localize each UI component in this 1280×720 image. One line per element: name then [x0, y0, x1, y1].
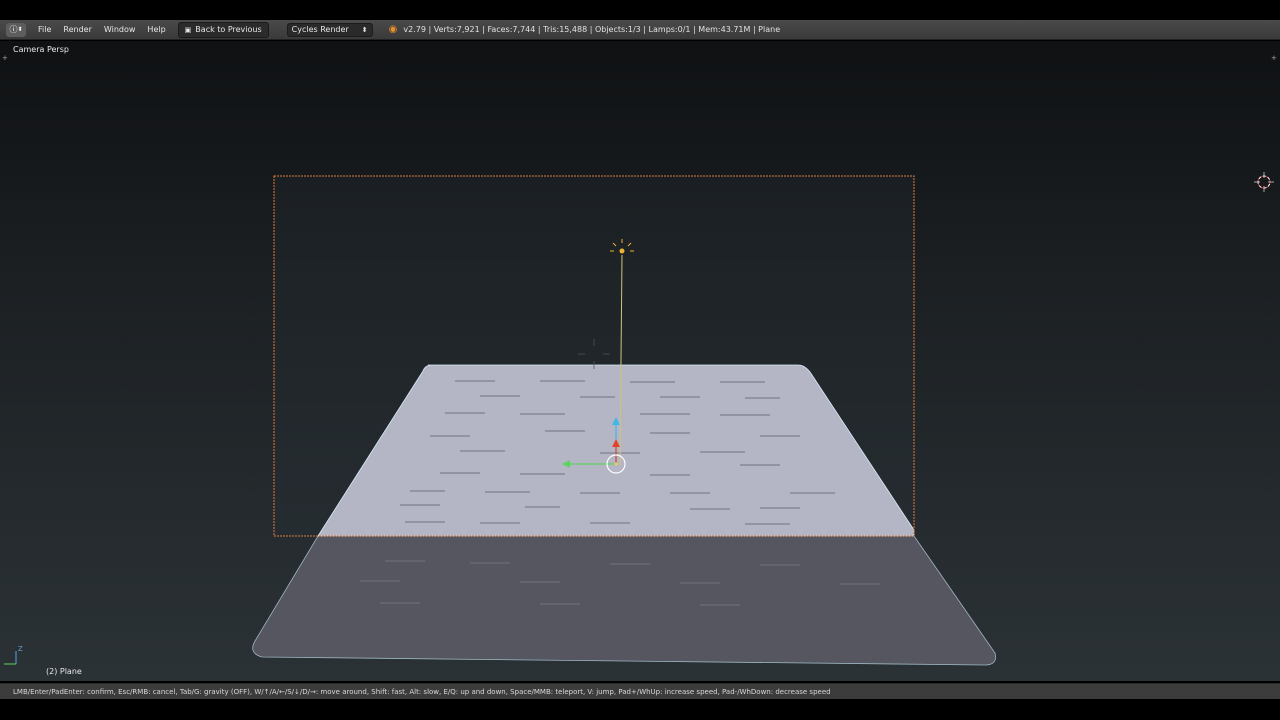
blender-logo-icon: ◉: [388, 24, 398, 35]
status-bar: LMB/Enter/PadEnter: confirm, Esc/RMB: ca…: [0, 683, 1280, 699]
bottom-letterbox: [0, 700, 1280, 720]
screen-icon: ▣: [184, 25, 192, 34]
info-header: ⓘ ⬍ File Render Window Help ▣ Back to Pre…: [0, 20, 1280, 40]
menu-help[interactable]: Help: [141, 25, 171, 34]
menu-window[interactable]: Window: [98, 25, 142, 34]
object-origin-dot: [614, 462, 618, 466]
render-engine-select[interactable]: Cycles Render ⬍: [286, 22, 373, 37]
menu-file[interactable]: File: [32, 25, 57, 34]
status-bar-text: LMB/Enter/PadEnter: confirm, Esc/RMB: ca…: [13, 687, 831, 696]
chevron-updown-icon: ⬍: [361, 25, 368, 34]
render-engine-value: Cycles Render: [291, 25, 349, 34]
region-corner-left[interactable]: +: [2, 54, 8, 62]
scene-stats: v2.79 | Verts:7,921 | Faces:7,744 | Tris…: [403, 25, 781, 34]
top-letterbox: [0, 0, 1280, 20]
plane-mesh-shadow: [252, 535, 996, 666]
axis-z-label: Z: [18, 645, 23, 653]
editor-type-button[interactable]: ⓘ ⬍: [6, 22, 26, 37]
scene-canvas: + + Z: [2, 54, 1277, 666]
back-to-previous-label: Back to Previous: [195, 25, 262, 34]
view-axis-gizmo: Z: [4, 645, 23, 665]
back-to-previous-button[interactable]: ▣ Back to Previous: [177, 21, 269, 38]
3d-cursor-icon[interactable]: [1254, 172, 1274, 192]
menu-render[interactable]: Render: [57, 25, 97, 34]
region-corner-right[interactable]: +: [1271, 54, 1277, 62]
3d-viewport[interactable]: Camera Persp (2) Plane + + Z: [0, 41, 1280, 681]
info-icon: ⓘ: [9, 25, 18, 34]
